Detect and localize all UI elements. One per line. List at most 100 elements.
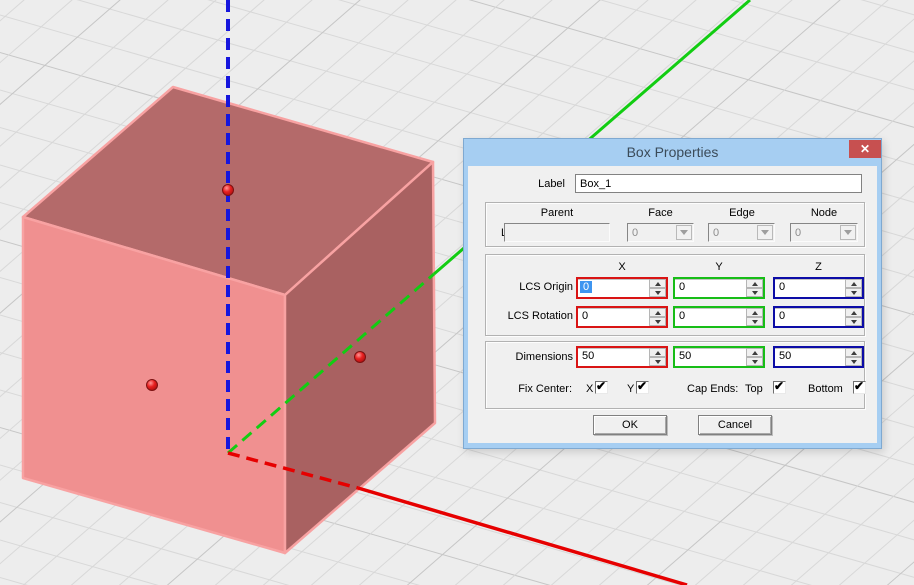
spin-up-button[interactable] (845, 279, 862, 288)
spin-up-button[interactable] (649, 279, 666, 288)
ok-button[interactable]: OK (593, 415, 667, 435)
lcs-rotation-x-value: 0 (582, 310, 588, 322)
spin-down-icon (655, 360, 661, 364)
face-dropdown-value: 0 (632, 227, 638, 239)
node-dropdown[interactable]: 0 (790, 223, 858, 242)
dimension-x-value: 50 (582, 350, 594, 362)
spinner (845, 348, 862, 366)
cap-top-label: Top (745, 383, 763, 395)
dimension-x-field[interactable]: 50 (576, 346, 668, 368)
cancel-button[interactable]: Cancel (698, 415, 772, 435)
spin-down-button[interactable] (746, 357, 763, 366)
spin-up-button[interactable] (845, 308, 862, 317)
lcs-rotation-label: LCS Rotation (486, 310, 573, 322)
spin-up-icon (655, 282, 661, 286)
spin-up-button[interactable] (746, 308, 763, 317)
spin-up-icon (752, 351, 758, 355)
lcs-rotation-z-field[interactable]: 0 (773, 306, 864, 328)
fix-center-x-checkbox[interactable]: ✔ (595, 381, 608, 394)
spin-up-button[interactable] (649, 308, 666, 317)
close-icon: ✕ (860, 142, 870, 156)
lcs-origin-x-field[interactable]: 0 (576, 277, 668, 299)
spin-down-button[interactable] (746, 288, 763, 297)
spin-up-button[interactable] (845, 348, 862, 357)
fix-center-x-label: X (586, 383, 593, 395)
node-dropdown-button[interactable] (840, 225, 856, 240)
link-group: Parent Face Edge Node Link 0 0 (485, 202, 865, 247)
label-input[interactable] (575, 174, 862, 193)
spin-down-icon (655, 291, 661, 295)
vertex-handle[interactable] (355, 352, 366, 363)
dialog-content: Label Parent Face Edge Node Link 0 (468, 166, 877, 443)
x-column-header: X (576, 261, 668, 273)
spin-up-icon (851, 311, 857, 315)
chevron-down-icon (761, 230, 769, 235)
edge-dropdown[interactable]: 0 (708, 223, 775, 242)
edge-dropdown-value: 0 (713, 227, 719, 239)
face-column-header: Face (627, 207, 694, 219)
spin-up-icon (655, 311, 661, 315)
node-dropdown-value: 0 (795, 227, 801, 239)
cap-top-checkbox[interactable]: ✔ (773, 381, 786, 394)
spin-down-button[interactable] (845, 317, 862, 326)
spin-up-button[interactable] (746, 279, 763, 288)
spin-down-icon (752, 291, 758, 295)
spin-up-button[interactable] (746, 348, 763, 357)
spinner (845, 279, 862, 297)
check-icon: ✔ (637, 379, 647, 393)
face-dropdown-button[interactable] (676, 225, 692, 240)
spin-down-button[interactable] (649, 288, 666, 297)
cap-ends-label: Cap Ends: (687, 383, 738, 395)
box-properties-dialog: Box Properties ✕ Label Parent Face Edge … (463, 138, 882, 449)
lcs-group: X Y Z LCS Origin LCS Rotation 0 0 (485, 254, 865, 336)
check-icon: ✔ (774, 379, 784, 393)
lcs-origin-z-field[interactable]: 0 (773, 277, 864, 299)
spinner (649, 308, 666, 326)
z-column-header: Z (773, 261, 864, 273)
dimension-z-field[interactable]: 50 (773, 346, 864, 368)
chevron-down-icon (680, 230, 688, 235)
vertex-handle[interactable] (147, 380, 158, 391)
close-button[interactable]: ✕ (849, 140, 881, 158)
fix-center-y-checkbox[interactable]: ✔ (636, 381, 649, 394)
spin-down-button[interactable] (649, 317, 666, 326)
spin-down-button[interactable] (845, 288, 862, 297)
dialog-title: Box Properties (464, 144, 881, 160)
dimension-y-value: 50 (679, 350, 691, 362)
node-column-header: Node (790, 207, 858, 219)
lcs-origin-y-value: 0 (679, 281, 685, 293)
lcs-rotation-z-value: 0 (779, 310, 785, 322)
spinner (746, 308, 763, 326)
spin-down-icon (851, 291, 857, 295)
spinner (649, 348, 666, 366)
lcs-rotation-y-value: 0 (679, 310, 685, 322)
vertex-handle[interactable] (223, 185, 234, 196)
check-icon: ✔ (854, 379, 864, 393)
label-field-label: Label (488, 178, 565, 190)
lcs-origin-z-value: 0 (779, 281, 785, 293)
edge-dropdown-button[interactable] (757, 225, 773, 240)
lcs-rotation-y-field[interactable]: 0 (673, 306, 765, 328)
spin-up-icon (851, 351, 857, 355)
spin-down-button[interactable] (746, 317, 763, 326)
face-dropdown[interactable]: 0 (627, 223, 694, 242)
lcs-rotation-x-field[interactable]: 0 (576, 306, 668, 328)
dimensions-group: Dimensions 50 50 50 (485, 341, 865, 409)
spin-down-icon (851, 360, 857, 364)
check-icon: ✔ (596, 379, 606, 393)
dimensions-label: Dimensions (486, 351, 573, 363)
spin-down-icon (752, 360, 758, 364)
dimension-y-field[interactable]: 50 (673, 346, 765, 368)
lcs-origin-y-field[interactable]: 0 (673, 277, 765, 299)
dialog-titlebar[interactable]: Box Properties ✕ (464, 139, 881, 166)
parent-column-header: Parent (504, 207, 610, 219)
y-column-header: Y (673, 261, 765, 273)
spinner (845, 308, 862, 326)
spin-up-icon (752, 311, 758, 315)
spin-down-button[interactable] (845, 357, 862, 366)
spin-up-button[interactable] (649, 348, 666, 357)
cap-bottom-checkbox[interactable]: ✔ (853, 381, 866, 394)
spin-up-icon (851, 282, 857, 286)
parent-field[interactable] (504, 223, 610, 242)
spin-down-button[interactable] (649, 357, 666, 366)
